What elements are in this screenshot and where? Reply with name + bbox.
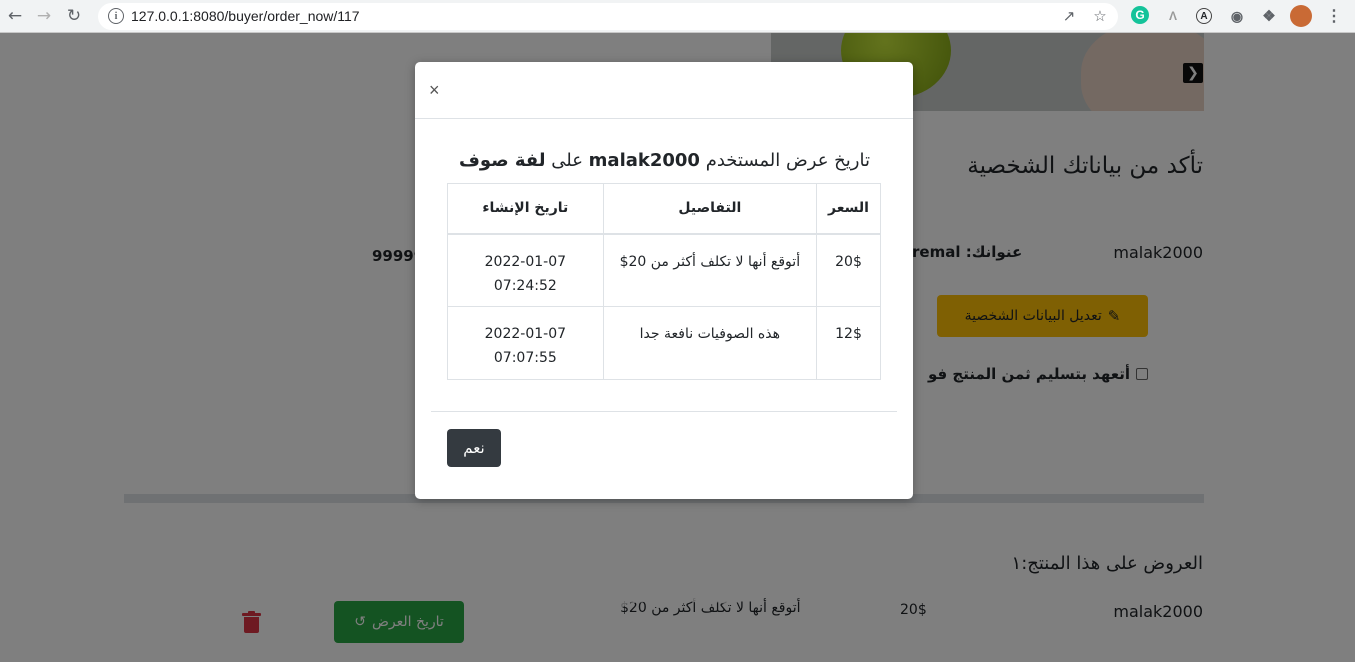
table-row: 12$ هذه الصوفيات نافعة جدا 2022-01-07 07… (447, 306, 881, 380)
star-icon[interactable]: ☆ (1091, 7, 1109, 25)
cell-date-time: 07:24:52 (493, 277, 557, 294)
profile-avatar[interactable] (1290, 5, 1312, 27)
cell-date-time: 07:07:55 (493, 350, 557, 366)
cell-price: 12$ (816, 306, 881, 380)
modal-title-mid: على (551, 150, 583, 171)
column-header-price: السعر (816, 183, 881, 235)
table-row: 20$ أتوقع أنها لا تكلف أكثر من 20$ 2022-… (447, 233, 881, 307)
cell-date: 2022-01-07 07:07:55 (447, 306, 604, 380)
cell-details: هذه الصوفيات نافعة جدا (602, 306, 818, 380)
info-icon[interactable]: i (108, 8, 124, 24)
modal-title-product: لفة صوف (459, 150, 546, 171)
share-icon[interactable]: ↗ (1060, 7, 1078, 25)
modal-footer-divider (431, 411, 897, 412)
offer-history-table: السعر التفاصيل تاريخ الإنشاء 20$ أتوقع أ… (447, 183, 881, 380)
browser-toolbar: ← → ↻ i 127.0.0.1:8080/buyer/order_now/1… (0, 0, 1355, 33)
forward-icon[interactable]: → (33, 5, 55, 27)
back-icon[interactable]: ← (4, 5, 26, 27)
url-text[interactable]: 127.0.0.1:8080/buyer/order_now/117 (131, 8, 360, 24)
menu-icon[interactable]: ⋮ (1324, 6, 1344, 26)
cell-date: 2022-01-07 07:24:52 (447, 233, 604, 307)
column-header-details: التفاصيل (602, 183, 818, 235)
puzzle-icon[interactable]: ❖ (1259, 6, 1279, 26)
address-bar[interactable]: i 127.0.0.1:8080/buyer/order_now/117 ↗ ☆ (98, 3, 1118, 30)
modal-header: × (415, 62, 913, 119)
confirm-button[interactable]: نعم (447, 429, 501, 467)
table-header-row: السعر التفاصيل تاريخ الإنشاء (447, 183, 881, 235)
modal-title-prefix: تاريخ عرض المستخدم (705, 150, 870, 171)
modal-title: تاريخ عرض المستخدم malak2000 على لفة صوف (459, 150, 870, 171)
cell-date-day: 2022-01-07 (484, 326, 567, 342)
accessibility-icon[interactable]: A (1196, 8, 1212, 24)
cell-price: 20$ (816, 233, 881, 307)
cell-details: أتوقع أنها لا تكلف أكثر من 20$ (602, 233, 818, 307)
column-header-date: تاريخ الإنشاء (447, 183, 604, 235)
cell-date-day: 2022-01-07 (484, 253, 567, 270)
grammarly-icon[interactable]: G (1131, 6, 1149, 24)
offer-history-modal: × تاريخ عرض المستخدم malak2000 على لفة ص… (415, 62, 913, 499)
reload-icon[interactable]: ↻ (63, 5, 85, 27)
modal-title-user: malak2000 (588, 150, 700, 171)
font-icon[interactable]: Λ (1163, 6, 1183, 26)
close-icon[interactable]: × (429, 80, 440, 101)
camera-icon[interactable]: ◉ (1227, 6, 1247, 26)
